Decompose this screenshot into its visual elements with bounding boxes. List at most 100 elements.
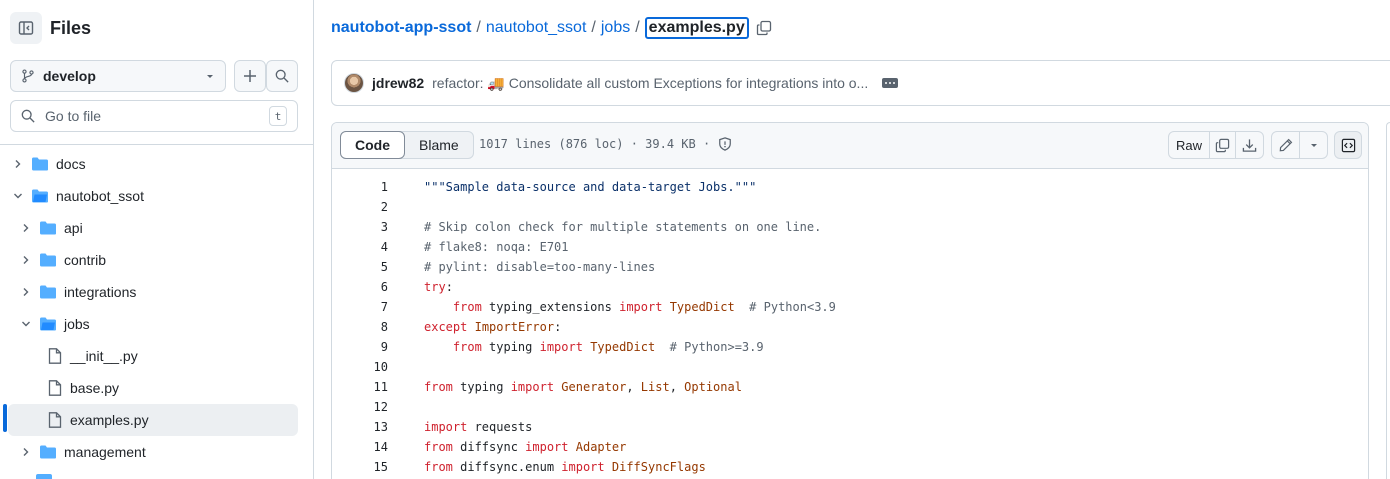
line-source: from typing import Generator, List, Opti… [424,380,742,394]
commit-message[interactable]: refactor: 🚚 Consolidate all custom Excep… [432,75,868,92]
line-source: """Sample data-source and data-target Jo… [424,180,756,194]
edit-file-button[interactable] [1272,132,1300,158]
file-stats: 1017 lines (876 loc) · 39.4 KB · [479,137,711,151]
line-number[interactable]: 8 [332,320,388,334]
code-viewer: Code Blame 1017 lines (876 loc) · 39.4 K… [331,122,1369,479]
chevron-right-icon [18,284,34,300]
tree-item-nautobot-ssot[interactable]: nautobot_ssot [0,180,314,212]
line-number[interactable]: 5 [332,260,388,274]
go-to-file-input[interactable]: Go to file t [10,100,298,132]
symbols-panel-button[interactable] [1334,131,1362,159]
raw-button[interactable]: Raw [1169,132,1210,158]
line-number[interactable]: 12 [332,400,388,414]
git-branch-icon [22,69,34,83]
line-number[interactable]: 11 [332,380,388,394]
line-number[interactable]: 14 [332,440,388,454]
code-header: Code Blame 1017 lines (876 loc) · 39.4 K… [332,123,1368,169]
code-token: : [445,280,453,294]
code-token: typing [452,380,511,394]
code-line: 15 from diffsync.enum import DiffSyncFlag… [332,457,1368,477]
avatar[interactable] [344,73,364,93]
tree-item-init-py[interactable]: __init__.py [0,340,314,372]
line-number[interactable]: 3 [332,220,388,234]
line-number[interactable]: 7 [332,300,388,314]
code-token: # Skip colon check for multiple statemen… [424,220,822,234]
copy-path-button[interactable] [755,19,773,37]
search-code-button[interactable] [266,60,298,92]
tree-item-contrib[interactable]: contrib [0,244,314,276]
code-line: 7 from typing_extensions import TypedDic… [332,297,1368,317]
tab-blame[interactable]: Blame [405,132,473,158]
folder-icon [40,285,56,299]
code-line: 2 [332,197,1368,217]
line-number[interactable]: 15 [332,460,388,474]
breadcrumb-repo-link[interactable]: nautobot-app-ssot [331,19,471,37]
download-button[interactable] [1236,132,1263,158]
chevron-right-icon [18,444,34,460]
expand-commit-button[interactable] [882,78,899,88]
line-number[interactable]: 2 [332,200,388,214]
branch-selector[interactable]: develop [10,60,226,92]
download-icon [1242,138,1257,152]
code-token: requests [467,420,533,434]
branch-name: develop [43,68,96,84]
tree-item-examples-py[interactable]: examples.py [8,404,298,436]
tree-item-jobs[interactable]: jobs [0,308,314,340]
breadcrumb-link-jobs[interactable]: jobs [601,19,630,37]
folder-icon [36,474,52,479]
folder-open-icon [32,189,48,203]
shield-icon[interactable] [718,137,732,151]
file-icon [48,412,62,428]
line-number[interactable]: 9 [332,340,388,354]
caret-down-icon [207,75,213,78]
code-token: import [539,340,583,354]
code-token: # Python<3.9 [734,300,836,314]
sidebar-collapse-icon [18,21,34,35]
code-token: , [669,380,685,394]
line-source: from typing_extensions import TypedDict … [424,300,836,314]
copy-icon [1215,138,1230,152]
edit-options-dropdown[interactable] [1300,132,1327,158]
code-token: diffsync.enum [452,460,562,474]
tab-code[interactable]: Code [340,131,405,159]
code-token: Optional [684,380,742,394]
tree-item-label: docs [56,156,86,172]
line-number[interactable]: 4 [332,240,388,254]
code-token: from [452,300,482,314]
code-token: , [626,380,641,394]
code-token: diffsync [452,440,526,454]
tree-item-label: examples.py [70,412,149,428]
line-number[interactable]: 10 [332,360,388,374]
commit-author[interactable]: jdrew82 [372,75,424,91]
code-token: ImportError [474,320,555,334]
line-number[interactable]: 6 [332,280,388,294]
tree-item-docs[interactable]: docs [0,148,314,180]
code-token: TypedDict [590,340,656,354]
selected-item-indicator [3,404,7,432]
code-line: 11 from typing import Generator, List, Op… [332,377,1368,397]
line-source: # flake8: noqa: E701 [424,240,569,254]
code-line: 13 import requests [332,417,1368,437]
line-number[interactable]: 13 [332,420,388,434]
tree-item-label: jobs [64,316,90,332]
code-lines: 1 """Sample data-source and data-target J… [332,169,1368,477]
code-line: 12 [332,397,1368,417]
breadcrumb-link-nautobot-ssot[interactable]: nautobot_ssot [486,19,587,37]
copy-raw-button[interactable] [1210,132,1236,158]
tree-item-label: management [64,444,146,460]
chevron-right-icon [18,252,34,268]
tree-item-api[interactable]: api [0,212,314,244]
tree-item-base-py[interactable]: base.py [0,372,314,404]
tree-item-management[interactable]: management [0,436,314,468]
collapse-sidebar-button[interactable] [10,12,42,44]
tree-item-integrations[interactable]: integrations [0,276,314,308]
tree-item-label: base.py [70,380,120,396]
code-token: """Sample data-source and data-target Jo… [424,180,757,194]
line-number[interactable]: 1 [332,180,388,194]
code-token: except [424,320,468,334]
add-file-button[interactable] [234,60,266,92]
line-source: from typing import TypedDict # Python>=3… [424,340,764,354]
go-to-file-placeholder: Go to file [45,108,102,124]
tree-item-label: nautobot_ssot [56,188,144,204]
